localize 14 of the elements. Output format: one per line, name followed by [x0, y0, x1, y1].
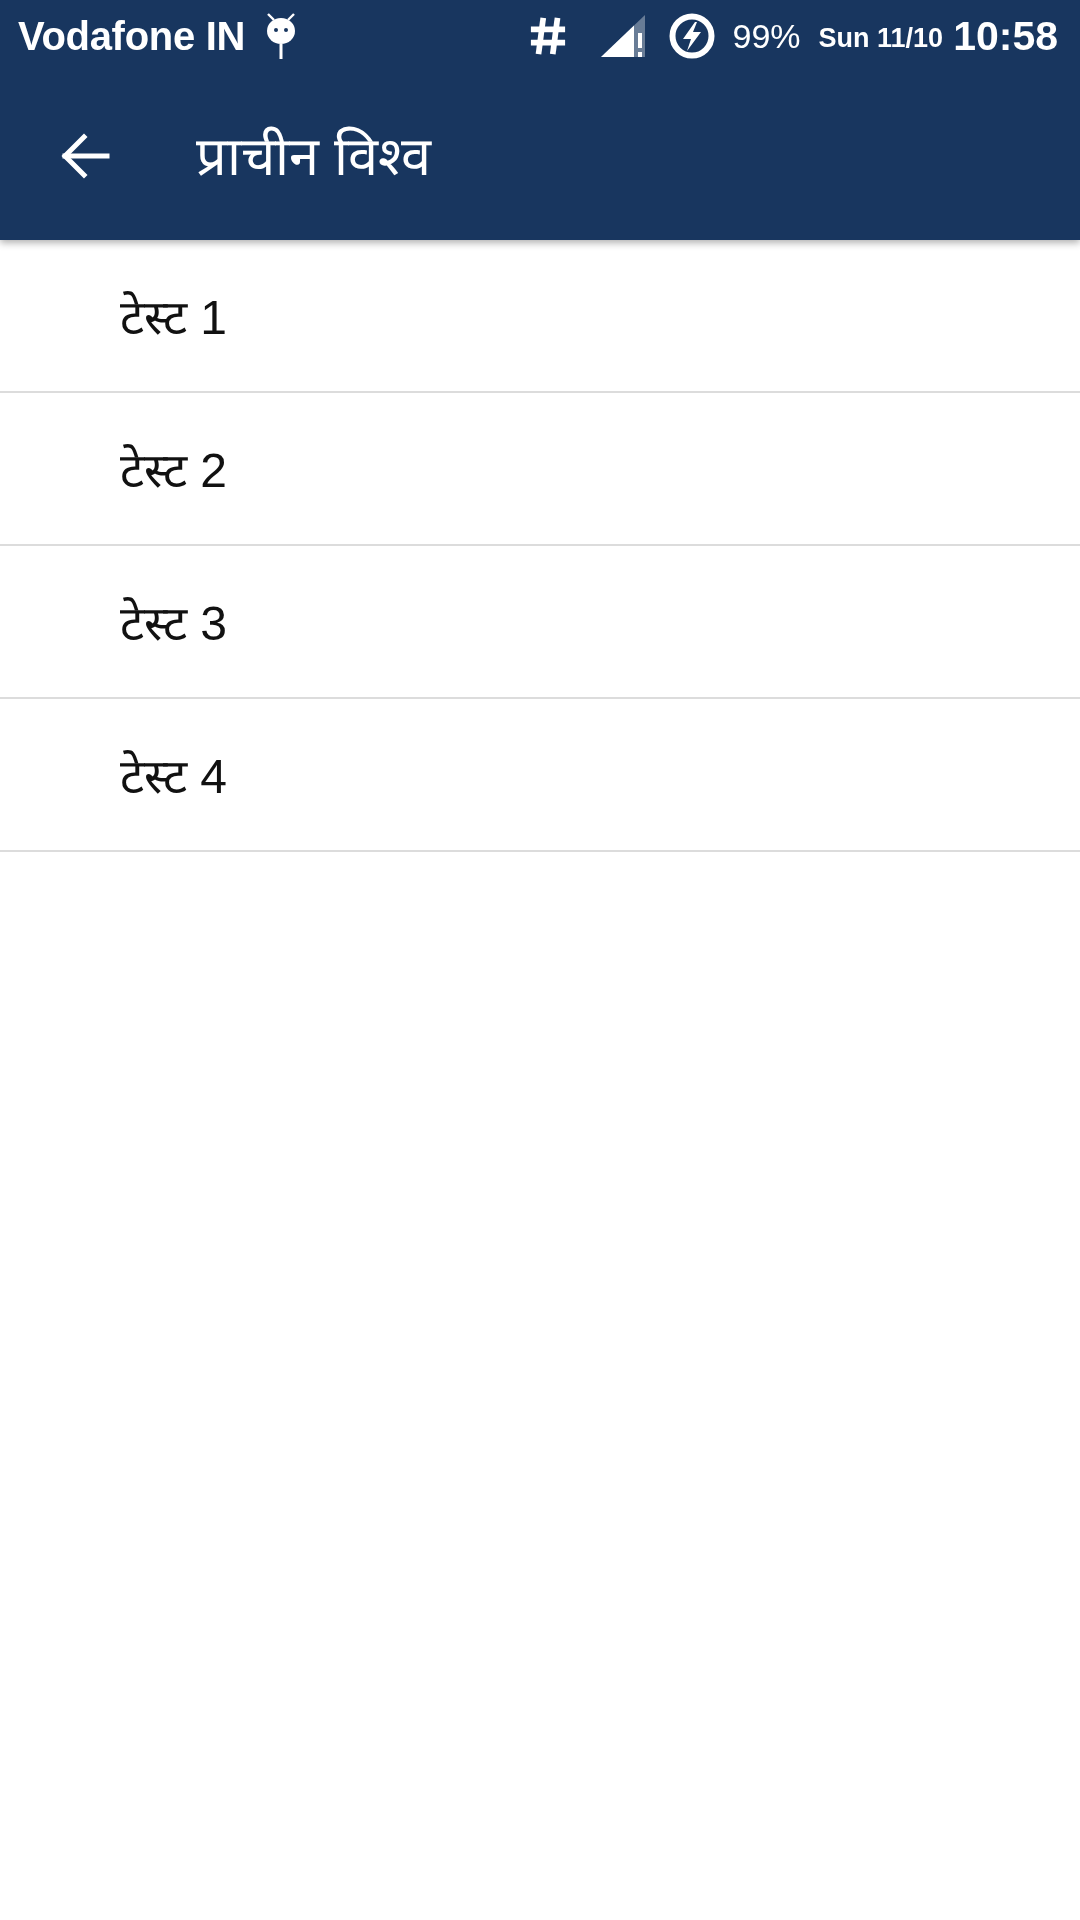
- list-item[interactable]: टेस्ट 1: [0, 240, 1080, 393]
- list-item[interactable]: टेस्ट 3: [0, 546, 1080, 699]
- battery-charging-icon: [669, 13, 716, 59]
- list-item[interactable]: टेस्ट 2: [0, 393, 1080, 546]
- back-button[interactable]: [60, 133, 110, 179]
- battery-percent: 99%: [732, 16, 801, 56]
- robot-icon: [265, 13, 298, 59]
- list-item[interactable]: टेस्ट 4: [0, 699, 1080, 852]
- carrier-name: Vodafone IN: [18, 13, 246, 59]
- status-time: 10:58: [953, 12, 1058, 60]
- app-bar-title: प्राचीन विश्व: [196, 125, 431, 188]
- signal-icon: [601, 15, 646, 57]
- status-date: Sun 11/10: [818, 22, 944, 54]
- hash-icon: [529, 16, 568, 56]
